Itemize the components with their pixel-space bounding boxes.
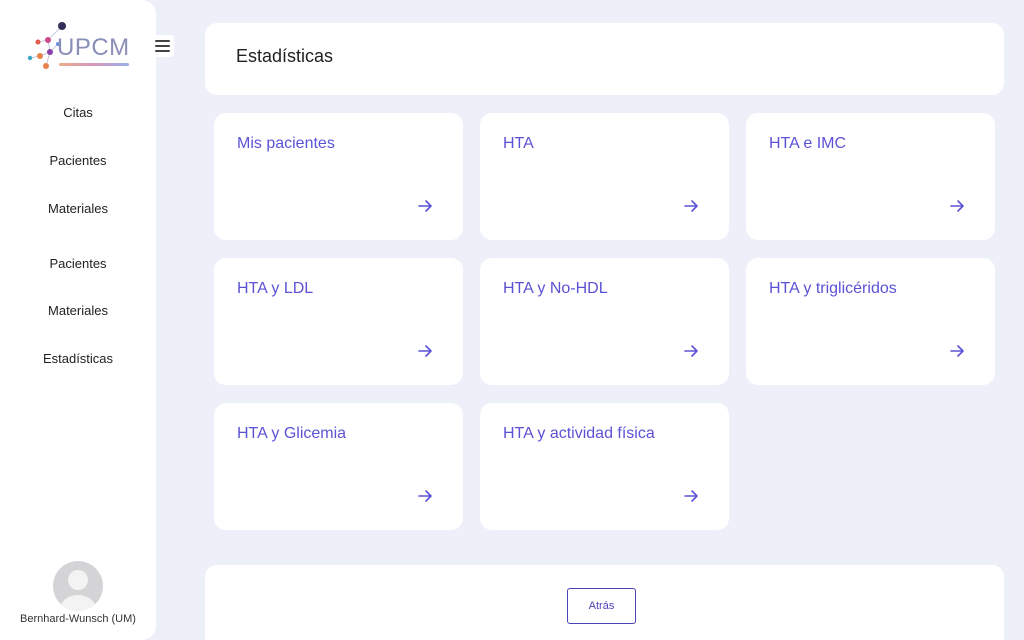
arrow-right-icon [684, 200, 698, 212]
arrow-right-icon [418, 200, 432, 212]
card-title: HTA y No-HDL [503, 280, 608, 297]
logo-text: UPCM [57, 34, 130, 61]
card-title: HTA y triglicéridos [769, 280, 897, 297]
user-silhouette-icon [60, 570, 96, 611]
stat-card-hta-ldl[interactable]: HTA y LDL [214, 258, 463, 385]
stat-card-hta-no-hdl[interactable]: HTA y No-HDL [480, 258, 729, 385]
arrow-right-icon [950, 200, 964, 212]
sidebar-item-citas[interactable]: Citas [0, 105, 156, 120]
sidebar-item-materiales-2[interactable]: Materiales [0, 303, 156, 318]
arrow-right-icon [418, 490, 432, 502]
sidebar-item-pacientes-2[interactable]: Pacientes [0, 256, 156, 271]
arrow-right-icon [684, 345, 698, 357]
card-title: HTA y actividad física [503, 425, 655, 442]
upcm-logo[interactable]: UPCM [26, 20, 130, 78]
card-title: HTA y LDL [237, 280, 314, 297]
card-title: HTA e IMC [769, 135, 847, 152]
arrow-right-icon [418, 345, 432, 357]
stat-card-hta-imc[interactable]: HTA e IMC [746, 113, 995, 240]
stat-card-hta-glicemia[interactable]: HTA y Glicemia [214, 403, 463, 530]
card-title: Mis pacientes [237, 135, 335, 152]
stat-card-mis-pacientes[interactable]: Mis pacientes [214, 113, 463, 240]
stat-card-hta-trigliceridos[interactable]: HTA y triglicéridos [746, 258, 995, 385]
page-title: Estadísticas [236, 46, 334, 66]
back-button[interactable]: Atrás [567, 588, 636, 624]
sidebar-item-estadisticas[interactable]: Estadísticas [0, 351, 156, 366]
sidebar-item-materiales[interactable]: Materiales [0, 201, 156, 216]
sidebar-item-pacientes[interactable]: Pacientes [0, 153, 156, 168]
sidebar: UPCM Citas Pacientes Materiales Paciente… [0, 0, 156, 640]
page-footer: Atrás [205, 565, 1004, 640]
card-title: HTA y Glicemia [237, 425, 347, 442]
arrow-right-icon [950, 345, 964, 357]
stat-card-hta-actividad-fisica[interactable]: HTA y actividad física [480, 403, 729, 530]
arrow-right-icon [684, 490, 698, 502]
avatar[interactable] [53, 561, 103, 611]
logo-tagline [59, 63, 129, 66]
card-title: HTA [503, 135, 534, 152]
user-name: Bernhard-Wunsch (UM) [20, 613, 136, 625]
hamburger-icon [155, 40, 170, 42]
stat-card-hta[interactable]: HTA [480, 113, 729, 240]
page-header: Estadísticas [205, 23, 1004, 95]
menu-toggle-button[interactable] [152, 35, 174, 57]
